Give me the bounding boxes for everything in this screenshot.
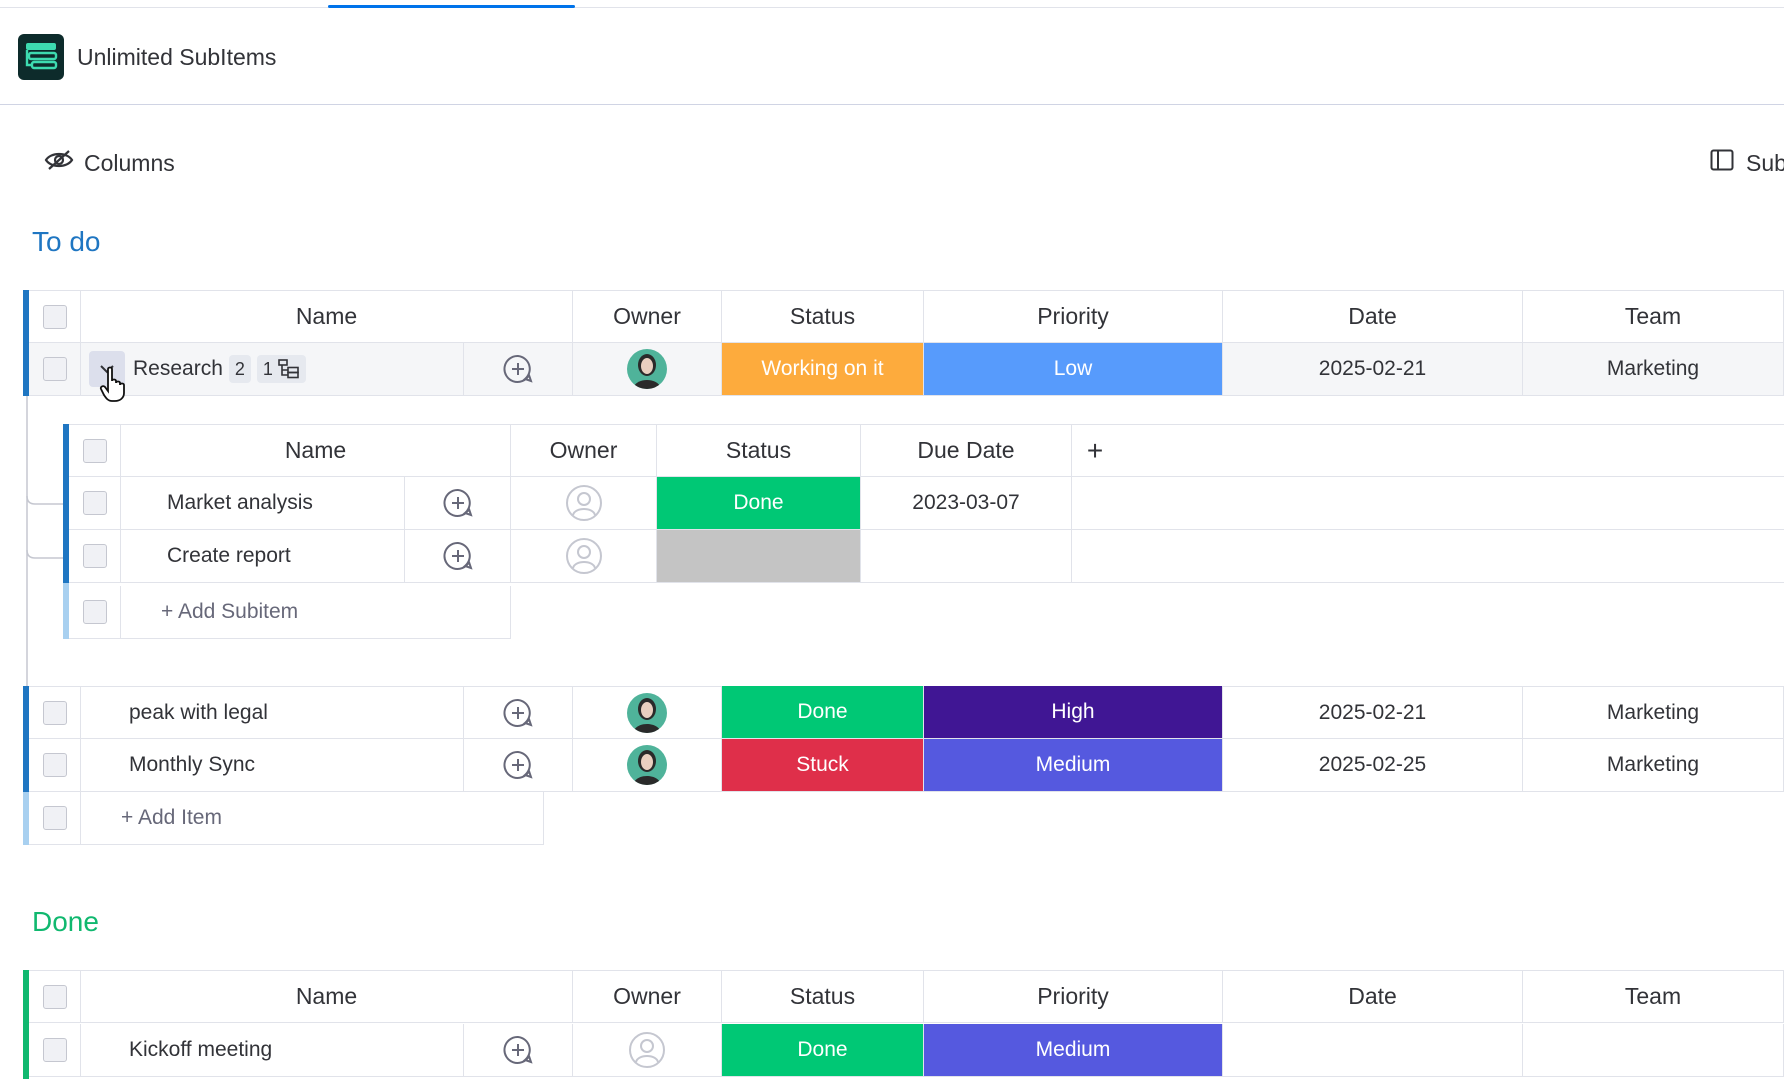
subitem-row[interactable]: Create report [69, 530, 1784, 583]
empty-owner-icon[interactable] [565, 537, 603, 575]
app-logo-icon [18, 34, 64, 80]
add-update-icon[interactable] [442, 488, 473, 518]
columns-button[interactable]: Columns [44, 146, 175, 180]
subitem-name[interactable]: Market analysis [121, 477, 405, 530]
header-name[interactable]: Name [81, 970, 573, 1023]
add-item-row: + Add Item [29, 792, 544, 845]
item-name[interactable]: peak with legal [81, 686, 464, 739]
priority-cell[interactable]: Medium [924, 1024, 1223, 1077]
item-name[interactable]: Monthly Sync [81, 739, 464, 792]
owner-avatar[interactable] [627, 745, 667, 785]
table-row[interactable]: Kickoff meeting Done Medium [29, 1024, 1784, 1077]
hand-cursor-icon [99, 366, 131, 407]
add-update-icon[interactable] [503, 1035, 533, 1065]
subitems-header-owner[interactable]: Owner [511, 424, 657, 477]
header-priority[interactable]: Priority [924, 970, 1223, 1023]
header-date[interactable]: Date [1223, 290, 1523, 343]
subitems-tree-icon [278, 359, 299, 379]
status-cell[interactable]: Done [722, 686, 924, 739]
header-priority[interactable]: Priority [924, 290, 1223, 343]
add-update-icon[interactable] [503, 354, 533, 384]
header-team[interactable]: Team [1523, 290, 1784, 343]
status-cell[interactable]: Stuck [722, 739, 924, 792]
subitem-due-date-cell[interactable] [861, 530, 1072, 583]
header-owner[interactable]: Owner [573, 970, 722, 1023]
add-subitem-row: + Add Subitem [69, 586, 511, 639]
table-row[interactable]: Research 2 1 Working on it Low 2025-02-2… [29, 343, 1784, 396]
team-cell[interactable]: Marketing [1523, 686, 1784, 739]
header-owner[interactable]: Owner [573, 290, 722, 343]
columns-label: Columns [84, 149, 175, 176]
subitems-select-all-checkbox[interactable] [82, 438, 107, 463]
add-update-icon[interactable] [503, 698, 533, 728]
subitems-header-due-date[interactable]: Due Date [861, 424, 1072, 477]
item-name[interactable]: Research [133, 357, 223, 381]
table-row[interactable]: peak with legal Done High 2025-02-21 Mar… [29, 686, 1784, 739]
date-cell[interactable]: 2025-02-21 [1223, 686, 1523, 739]
sub-label: Sub [1746, 149, 1784, 176]
team-cell[interactable]: Marketing [1523, 343, 1784, 396]
subitem-due-date-cell[interactable]: 2023-03-07 [861, 477, 1072, 530]
header-team[interactable]: Team [1523, 970, 1784, 1023]
header-divider [0, 104, 1784, 105]
table-row[interactable]: Monthly Sync Stuck Medium 2025-02-25 Mar… [29, 739, 1784, 792]
add-subitem-checkbox [82, 600, 107, 624]
row-checkbox[interactable] [42, 700, 67, 725]
panel-icon [1710, 149, 1734, 177]
active-tab-indicator [328, 5, 575, 8]
add-update-icon[interactable] [503, 750, 533, 780]
item-name[interactable]: Kickoff meeting [81, 1024, 464, 1077]
date-cell[interactable]: 2025-02-25 [1223, 739, 1523, 792]
empty-owner-icon[interactable] [628, 1031, 666, 1069]
subitem-checkbox[interactable] [82, 491, 107, 515]
group-title-todo[interactable]: To do [32, 226, 101, 258]
subitems-panel-button[interactable]: Sub [1710, 146, 1784, 180]
eye-off-icon [44, 148, 74, 178]
empty-owner-icon[interactable] [565, 484, 603, 522]
date-cell[interactable]: 2025-02-21 [1223, 343, 1523, 396]
header-status[interactable]: Status [722, 290, 924, 343]
header-date[interactable]: Date [1223, 970, 1523, 1023]
table-header: Name Owner Status Priority Date Team [29, 290, 1784, 343]
app-title: Unlimited SubItems [77, 44, 277, 70]
priority-cell[interactable]: Medium [924, 739, 1223, 792]
table-header: Name Owner Status Priority Date Team [29, 970, 1784, 1023]
subitems-header: Name Owner Status Due Date + [69, 424, 1784, 477]
row-checkbox[interactable] [42, 1038, 67, 1062]
select-all-checkbox[interactable] [42, 304, 67, 329]
subitems-header-status[interactable]: Status [657, 424, 861, 477]
subitem-name[interactable]: Create report [121, 530, 405, 583]
subitem-checkbox[interactable] [82, 544, 107, 568]
header-status[interactable]: Status [722, 970, 924, 1023]
status-cell[interactable]: Done [722, 1024, 924, 1077]
subtree-badge[interactable]: 1 [256, 355, 306, 383]
subitem-count-badge[interactable]: 2 [228, 355, 251, 383]
team-cell[interactable] [1523, 1024, 1784, 1077]
status-cell[interactable]: Working on it [722, 343, 924, 396]
row-checkbox[interactable] [42, 357, 67, 381]
add-item-checkbox [42, 806, 67, 830]
subitem-status-cell[interactable]: Done [657, 477, 861, 530]
top-divider [0, 7, 1784, 8]
subitem-row[interactable]: Market analysis Done 2023-03-07 [69, 477, 1784, 530]
subitem-status-cell[interactable] [657, 530, 861, 583]
add-update-icon[interactable] [442, 541, 473, 571]
priority-cell[interactable]: Low [924, 343, 1223, 396]
owner-avatar[interactable] [627, 349, 667, 389]
priority-cell[interactable]: High [924, 686, 1223, 739]
team-cell[interactable]: Marketing [1523, 739, 1784, 792]
group-title-done[interactable]: Done [32, 906, 99, 938]
row-checkbox[interactable] [42, 753, 67, 777]
select-all-checkbox[interactable] [42, 984, 67, 1009]
add-subitem-button[interactable]: + Add Subitem [121, 586, 511, 639]
owner-avatar[interactable] [627, 692, 667, 733]
subitems-header-name[interactable]: Name [121, 424, 511, 477]
add-item-button[interactable]: + Add Item [81, 792, 544, 845]
date-cell[interactable] [1223, 1024, 1523, 1077]
add-column-button[interactable]: + [1072, 424, 1118, 477]
header-name[interactable]: Name [81, 290, 573, 343]
